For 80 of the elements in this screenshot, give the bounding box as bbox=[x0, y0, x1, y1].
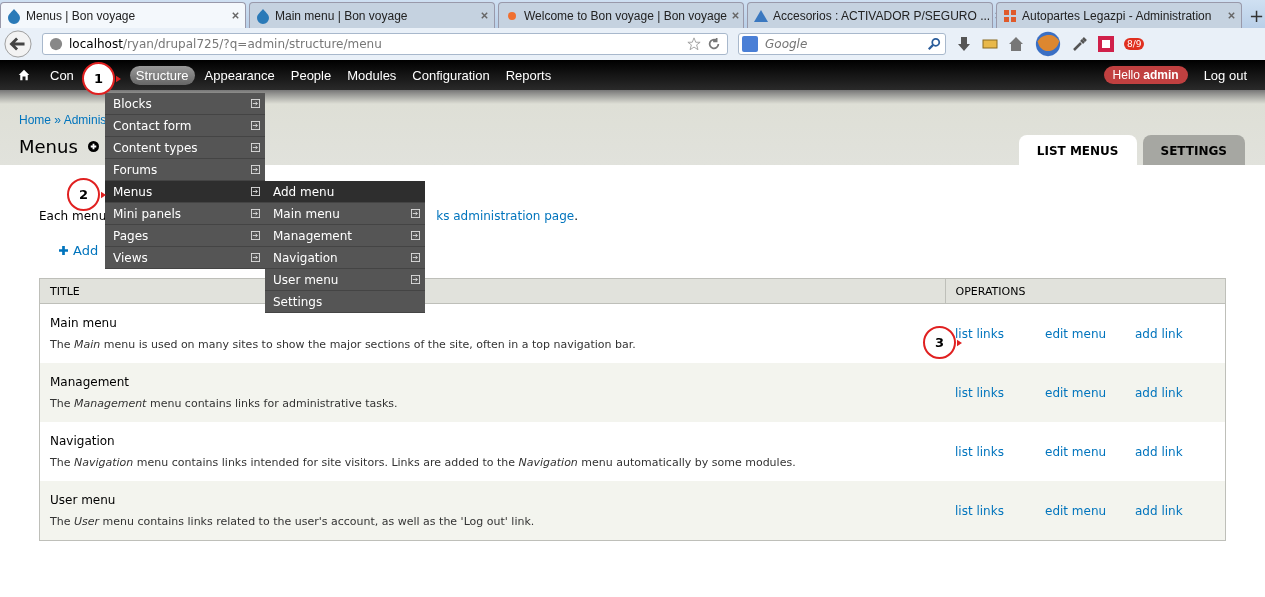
operation-link[interactable]: add link bbox=[1135, 503, 1183, 518]
browser-tab[interactable]: Accesorios : ACTIVADOR P/SEGURO ... bbox=[747, 2, 993, 28]
home-icon[interactable] bbox=[18, 69, 30, 81]
menu-title: Main menu bbox=[50, 316, 118, 330]
operation-link[interactable]: edit menu bbox=[1045, 385, 1107, 400]
menu-item[interactable]: Navigation bbox=[265, 247, 425, 269]
menu-description: The Navigation menu contains links intended for site visitors. Links are added to the Navigation menu automatically by some modules. bbox=[50, 456, 797, 469]
menu-item[interactable]: User menu bbox=[265, 269, 425, 291]
menu-item[interactable]: Mini panels bbox=[105, 203, 265, 225]
download-icon[interactable] bbox=[956, 36, 972, 52]
operation-link[interactable]: list links bbox=[955, 385, 1004, 400]
browser-tab[interactable]: Welcome to Bon voyage | Bon voyage bbox=[498, 2, 744, 28]
page-tab[interactable]: LIST MENUS bbox=[1018, 135, 1137, 165]
close-icon[interactable] bbox=[1227, 11, 1236, 20]
drop-icon bbox=[255, 7, 271, 24]
eyedropper-icon[interactable] bbox=[1072, 36, 1088, 52]
menu-item[interactable]: Content types bbox=[105, 137, 265, 159]
operation-link[interactable]: list links bbox=[955, 326, 1004, 341]
address-field[interactable]: localhost/ryan/drupal725/?q=admin/structure/menu bbox=[42, 33, 728, 55]
intro-text: Each menu bbox=[39, 209, 107, 223]
operation-link[interactable]: add link bbox=[1135, 444, 1183, 459]
menu-title: Management bbox=[50, 375, 131, 389]
logout-link[interactable]: Log out bbox=[1197, 65, 1253, 85]
menu-item[interactable]: Settings bbox=[265, 291, 425, 313]
toolbar-link[interactable]: Modules bbox=[341, 65, 403, 85]
toolbar-link[interactable]: People bbox=[284, 65, 338, 85]
operation-link[interactable]: edit menu bbox=[1045, 444, 1107, 459]
menu-item[interactable]: Blocks bbox=[105, 93, 265, 115]
page-tab[interactable]: SETTINGS bbox=[1142, 135, 1245, 165]
plus-icon bbox=[59, 246, 68, 255]
notification-badge[interactable]: 8/9 bbox=[1124, 38, 1145, 50]
user-greeting[interactable]: Hello admin bbox=[1103, 66, 1188, 84]
menu-item[interactable]: Main menu bbox=[265, 203, 425, 225]
browser-tab[interactable]: Menus | Bon voyage bbox=[0, 2, 246, 28]
page-title: Menus bbox=[19, 135, 78, 157]
operation-link[interactable]: add link bbox=[1135, 385, 1183, 400]
operation-link[interactable]: edit menu bbox=[1045, 503, 1107, 518]
star-icon[interactable] bbox=[687, 37, 701, 51]
blocks-admin-link[interactable]: ks administration page bbox=[436, 209, 575, 223]
menu-item[interactable]: Add menu bbox=[265, 181, 425, 203]
toolbar-link[interactable]: Configuration bbox=[406, 65, 496, 85]
menu-title: User menu bbox=[50, 493, 117, 507]
browser-tab[interactable]: Main menu | Bon voyage bbox=[249, 2, 495, 28]
menu-item[interactable]: Pages bbox=[105, 225, 265, 247]
toolbar-link[interactable]: Appearance bbox=[198, 65, 281, 85]
menu-item[interactable]: Menus bbox=[105, 181, 265, 203]
toolbar-link[interactable]: Reports bbox=[499, 65, 558, 85]
callout-number: 3 bbox=[923, 326, 956, 359]
menu-description: The Main menu is used on many sites to show the major sections of the site, often in a top navigation bar. bbox=[50, 338, 637, 351]
menu-description: The Management menu contains links for administrative tasks. bbox=[50, 397, 399, 410]
menu-title: Navigation bbox=[50, 434, 116, 448]
pointer-icon bbox=[116, 74, 121, 83]
pointer-icon bbox=[101, 190, 106, 199]
operation-link[interactable]: add link bbox=[1135, 326, 1183, 341]
callout-number: 2 bbox=[67, 178, 100, 211]
reload-icon[interactable] bbox=[707, 37, 721, 51]
column-header: OPERATIONS bbox=[945, 278, 1226, 304]
menu-item[interactable]: Views bbox=[105, 247, 265, 269]
breadcrumb[interactable]: Home » Adminis bbox=[19, 113, 107, 127]
add-menu-link[interactable]: Add bbox=[73, 243, 99, 258]
operation-link[interactable]: edit menu bbox=[1045, 326, 1107, 341]
search-icon[interactable] bbox=[927, 37, 941, 51]
back-icon[interactable] bbox=[4, 30, 32, 58]
operation-link[interactable]: list links bbox=[955, 503, 1004, 518]
add-shortcut-icon[interactable] bbox=[87, 140, 99, 152]
toolbar-link[interactable]: Structure bbox=[129, 65, 195, 85]
close-icon[interactable] bbox=[480, 11, 489, 20]
menu-description: The User menu contains links related to the user's account, as well as the 'Log out' link. bbox=[50, 515, 536, 528]
browser-tab[interactable]: Autopartes Legazpi - Administration bbox=[996, 2, 1242, 28]
close-icon[interactable] bbox=[231, 11, 240, 20]
search-field[interactable]: Google bbox=[738, 33, 946, 55]
menu-item[interactable]: Management bbox=[265, 225, 425, 247]
new-tab-button[interactable]: + bbox=[1245, 2, 1265, 28]
close-icon[interactable] bbox=[731, 11, 740, 20]
toolbar-link[interactable]: Con bbox=[44, 65, 80, 85]
period-text: . bbox=[574, 209, 579, 223]
menu-item[interactable]: Contact form bbox=[105, 115, 265, 137]
drop-icon bbox=[6, 7, 22, 24]
operation-link[interactable]: list links bbox=[955, 444, 1004, 459]
pointer-icon bbox=[957, 338, 962, 347]
